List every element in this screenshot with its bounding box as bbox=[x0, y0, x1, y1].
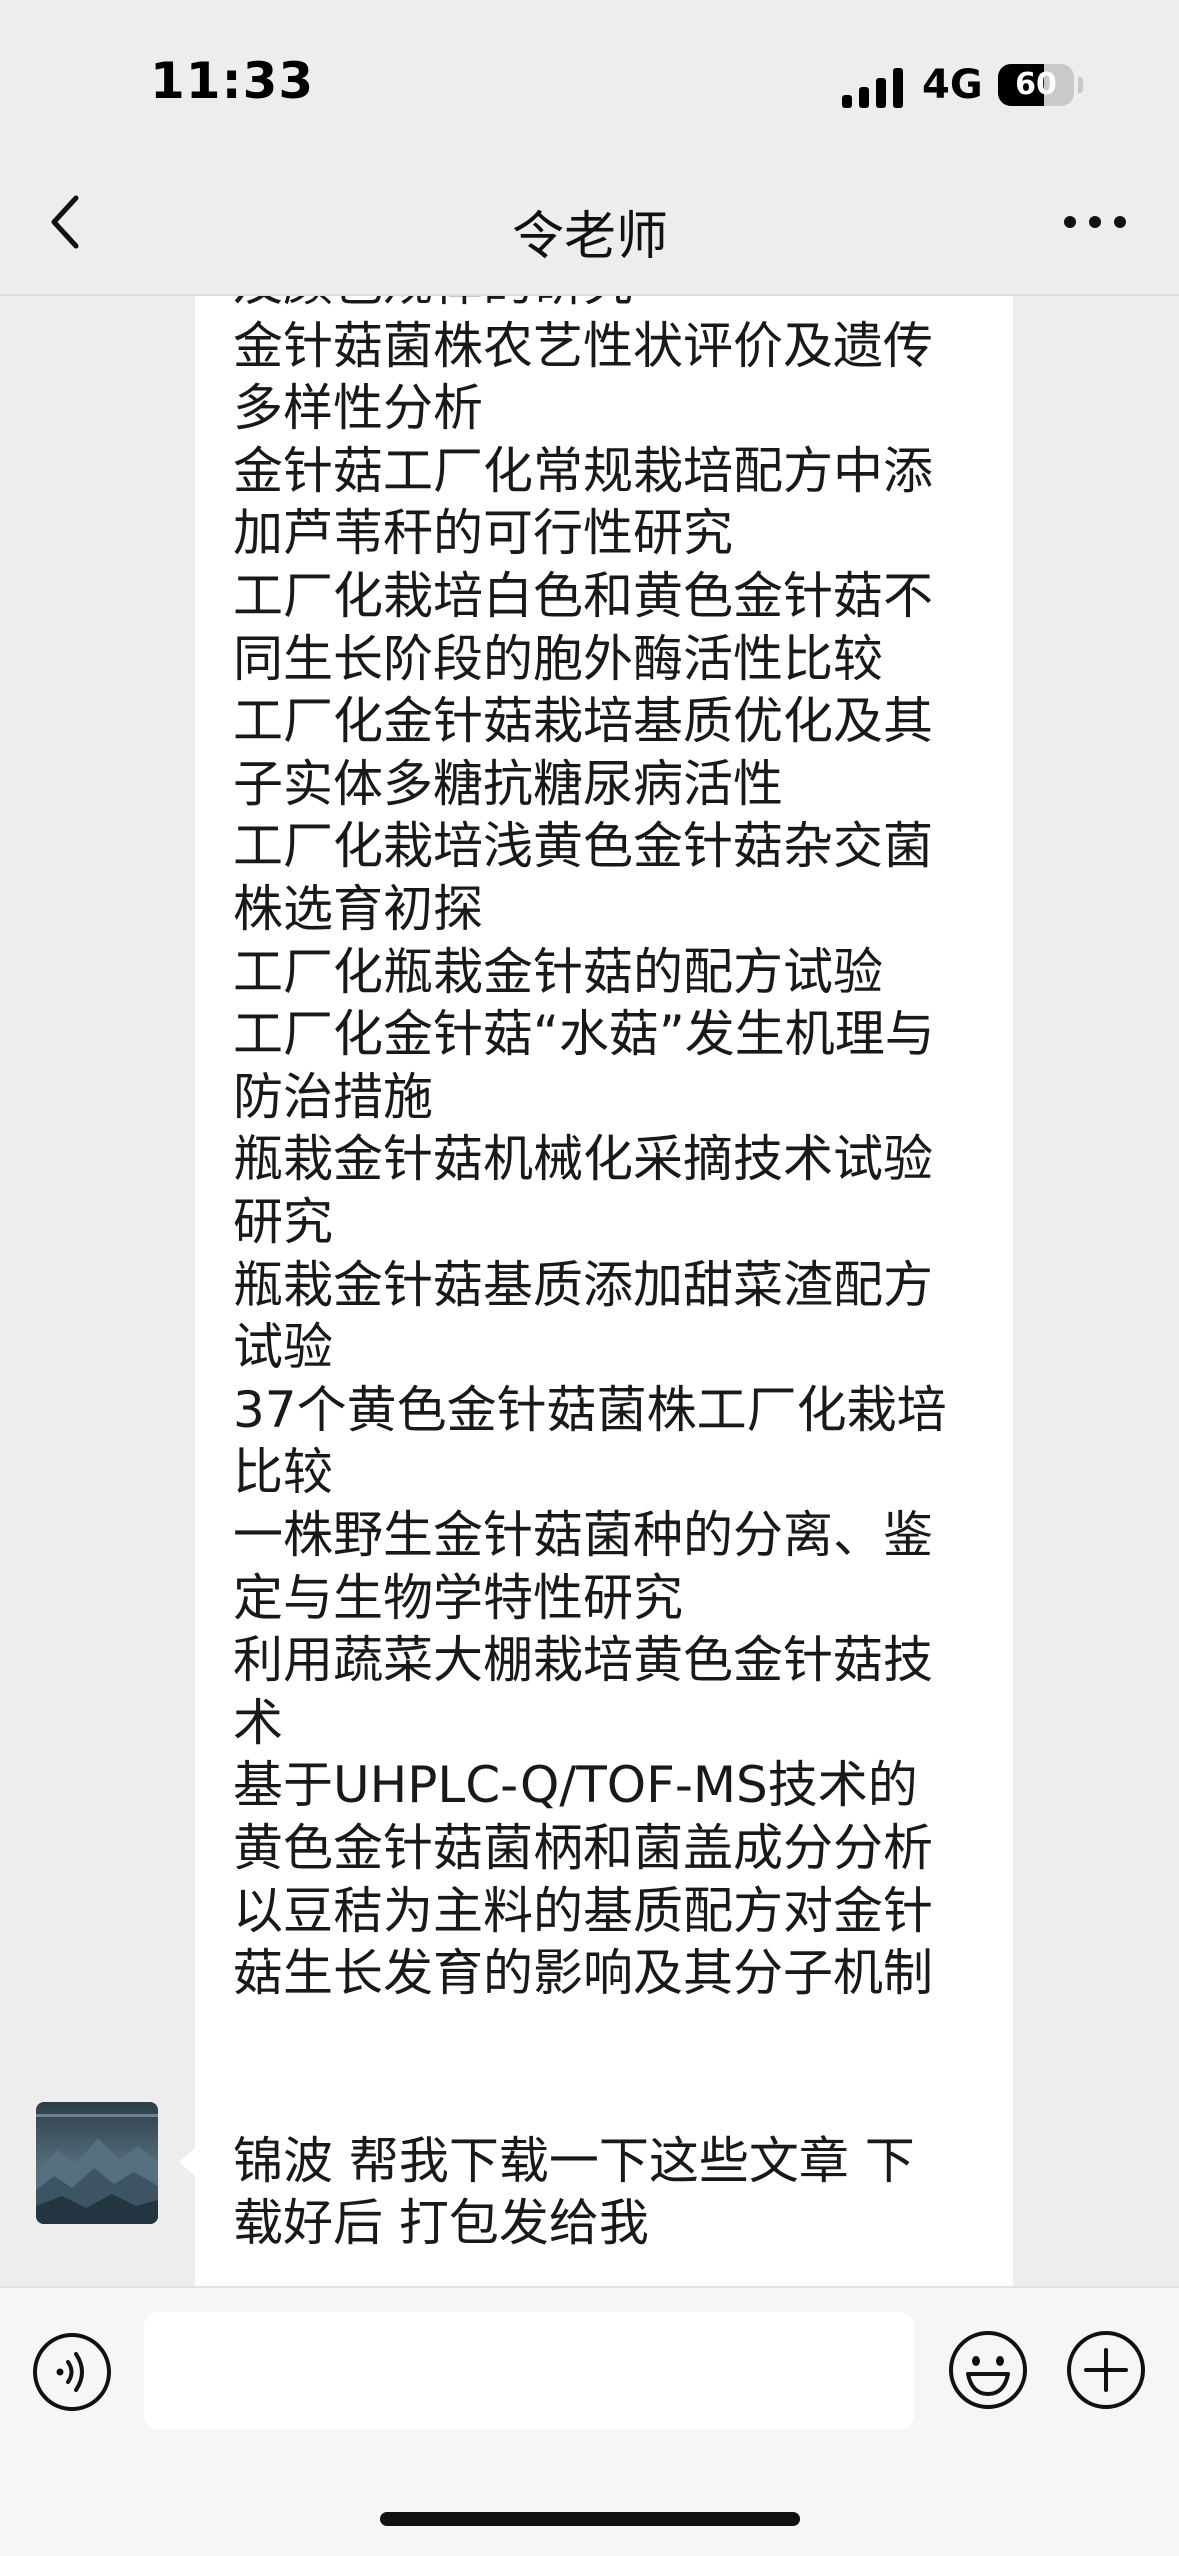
chat-screen: 11:33 4G 60 令老师 金针菇菌株农艺性状评价及遗传 多样性分析 金针菇… bbox=[0, 0, 1179, 2556]
message-line: 瓶栽金针菇基质添加甜菜渣配方 bbox=[233, 1255, 933, 1314]
message-line: 工厂化金针菇“水菇”发生机理与 bbox=[233, 1005, 935, 1064]
message-input[interactable] bbox=[144, 2312, 914, 2430]
signal-bar bbox=[893, 68, 903, 108]
message-list[interactable]: 及颜色规律的研究金针菇菌株农艺性状评价及遗传多样性分析金针菇工厂化常规栽培配方中… bbox=[0, 296, 1179, 2286]
message-line: 载好后 打包发给我 bbox=[233, 2194, 649, 2252]
message-line: 防治措施 bbox=[233, 1067, 433, 1126]
message-line: 一株野生金针菇菌种的分离、鉴 bbox=[233, 1506, 933, 1564]
message-line: 试验 bbox=[233, 1318, 333, 1377]
network-type: 4G bbox=[922, 62, 983, 108]
message-line: 研究 bbox=[233, 1193, 333, 1251]
back-button[interactable] bbox=[30, 180, 110, 264]
battery-cap bbox=[1078, 77, 1083, 93]
chat-title: 令老师 bbox=[511, 207, 668, 267]
message-line: 菇生长发育的影响及其分子机制 bbox=[233, 1944, 933, 2003]
message-line: 及颜色规律的研究 bbox=[233, 296, 633, 314]
message-line: 同生长阶段的胞外酶活性比较 bbox=[233, 629, 883, 688]
emoji-button[interactable] bbox=[946, 2328, 1030, 2412]
voice-icon bbox=[33, 2333, 111, 2411]
message-line: 株选育初探 bbox=[233, 880, 483, 938]
message-bubble[interactable]: 及颜色规律的研究金针菇菌株农艺性状评价及遗传多样性分析金针菇工厂化常规栽培配方中… bbox=[195, 296, 1013, 2286]
mountain-landscape-avatar[interactable] bbox=[36, 2102, 158, 2224]
message-line: 利用蔬菜大棚栽培黄色金针菇技 bbox=[233, 1631, 933, 1690]
message-line: 瓶栽金针菇机械化采摘技术试验 bbox=[233, 1130, 933, 1189]
avatar-image bbox=[36, 2102, 158, 2224]
message-line: 工厂化栽培白色和黄色金针菇不 bbox=[233, 567, 933, 625]
message-line: 基于UHPLC-Q/TOF-MS技术的 bbox=[233, 1756, 918, 1815]
message-line: 比较 bbox=[233, 1443, 333, 1502]
message-line: 定与生物学特性研究 bbox=[233, 1568, 683, 1627]
message-line: 黄色金针菇菌柄和菌盖成分分析 bbox=[233, 1819, 933, 1877]
home-indicator[interactable] bbox=[380, 2512, 800, 2526]
status-bar: 11:33 4G 60 bbox=[0, 0, 1179, 150]
battery-percentage: 60 bbox=[1015, 67, 1057, 102]
message-line: 金针菇菌株农艺性状评价及遗传 bbox=[233, 316, 933, 375]
message-line: 金针菇工厂化常规栽培配方中添 bbox=[233, 441, 933, 500]
battery-icon: 60 bbox=[998, 64, 1074, 106]
message-line: 工厂化金针菇栽培基质优化及其 bbox=[233, 692, 933, 751]
voice-button[interactable] bbox=[30, 2330, 114, 2414]
more-dots-icon bbox=[1064, 216, 1126, 228]
message-line: 以豆秸为主料的基质配方对金针 bbox=[233, 1881, 933, 1940]
chat-header: 令老师 bbox=[0, 150, 1179, 296]
emoji-icon bbox=[949, 2331, 1027, 2409]
message-line: 多样性分析 bbox=[233, 379, 483, 438]
plus-icon bbox=[1067, 2331, 1145, 2409]
more-options-button[interactable] bbox=[1050, 190, 1140, 254]
cellular-signal-icon bbox=[842, 68, 906, 108]
message-line: 加芦苇秆的可行性研究 bbox=[233, 504, 733, 563]
message-line: 工厂化瓶栽金针菇的配方试验 bbox=[233, 942, 883, 1001]
plus-button[interactable] bbox=[1064, 2328, 1148, 2412]
signal-bar bbox=[876, 78, 886, 108]
chevron-left-icon bbox=[51, 195, 79, 249]
message-line: 37个黄色金针菇菌株工厂化栽培 bbox=[233, 1380, 947, 1439]
status-time: 11:33 bbox=[150, 52, 315, 110]
signal-bar bbox=[859, 87, 869, 108]
signal-bar bbox=[842, 95, 852, 108]
message-line: 术 bbox=[233, 1693, 283, 1752]
message-line: 工厂化栽培浅黄色金针菇杂交菌 bbox=[233, 817, 933, 876]
message-bubble[interactable]: 锦波 帮我下载一下这些文章 下载好后 打包发给我 bbox=[179, 2102, 985, 2286]
message-line: 子实体多糖抗糖尿病活性 bbox=[233, 754, 783, 813]
message-line: 锦波 帮我下载一下这些文章 下 bbox=[233, 2132, 915, 2190]
